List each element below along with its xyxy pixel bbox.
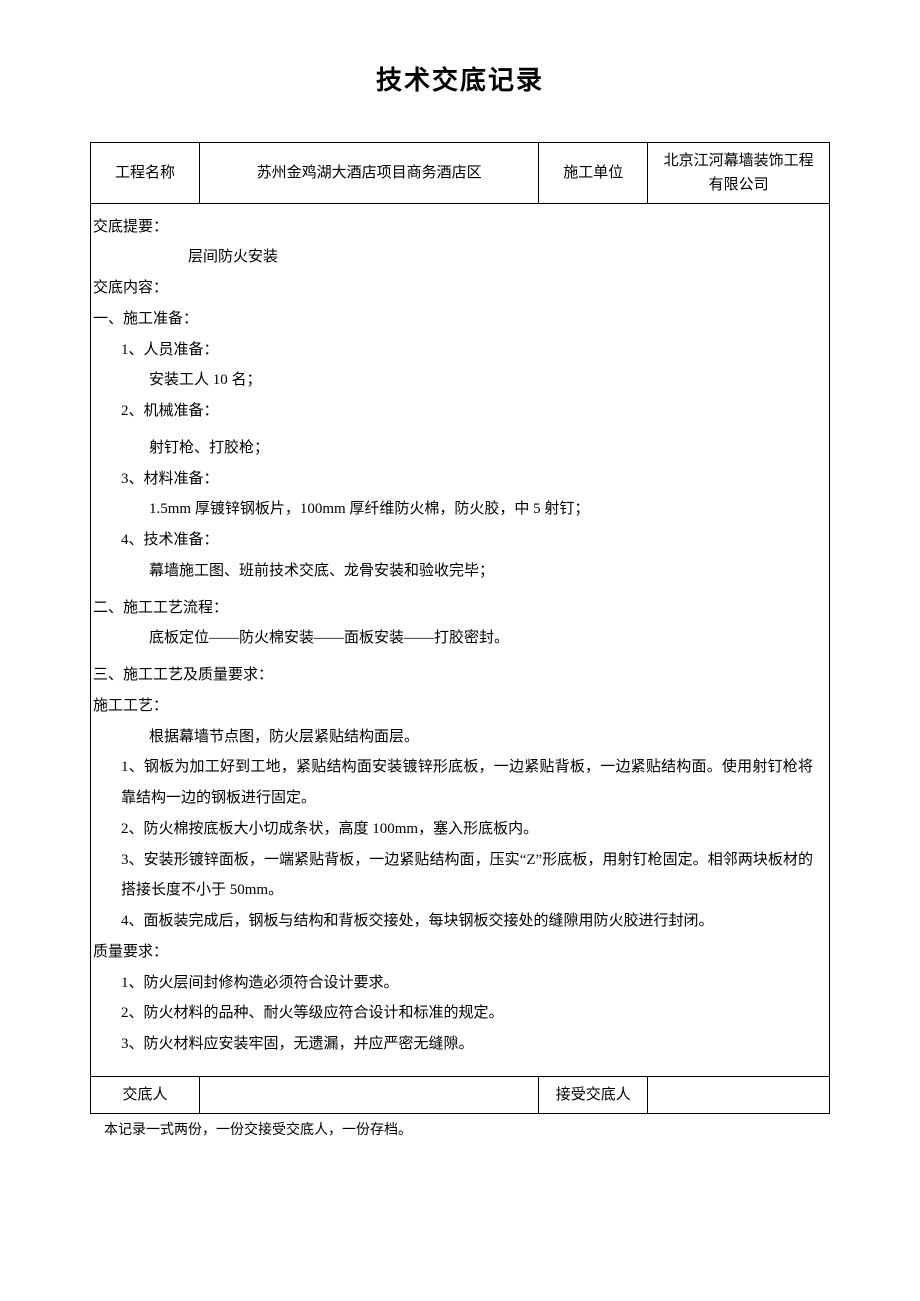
section-3-heading: 三、施工工艺及质量要求： [93, 660, 827, 691]
content-label: 交底内容： [93, 273, 827, 304]
section-1-item2-detail: 射钉枪、打胶枪； [93, 433, 827, 464]
section-3-sub2-item3: 3、防火材料应安装牢固，无遗漏，并应严密无缝隙。 [93, 1029, 827, 1060]
section-3-sub2-label: 质量要求： [93, 937, 827, 968]
section-1-item2: 2、机械准备： [93, 396, 827, 427]
content-row: 交底提要： 层间防火安装 交底内容： 一、施工准备： 1、人员准备： 安装工人 … [91, 203, 830, 1076]
summary-label: 交底提要： [93, 212, 827, 243]
document-title: 技术交底记录 [90, 60, 830, 102]
section-1-item1: 1、人员准备： [93, 335, 827, 366]
section-1-heading: 一、施工准备： [93, 304, 827, 335]
receiver-label: 接受交底人 [539, 1076, 648, 1113]
receiver-value [648, 1076, 830, 1113]
giver-value [200, 1076, 539, 1113]
section-1-item4: 4、技术准备： [93, 525, 827, 556]
section-3-sub2-item2: 2、防火材料的品种、耐火等级应符合设计和标准的规定。 [93, 998, 827, 1029]
signature-row: 交底人 接受交底人 [91, 1076, 830, 1113]
content-cell: 交底提要： 层间防火安装 交底内容： 一、施工准备： 1、人员准备： 安装工人 … [91, 203, 830, 1076]
section-1-item1-detail: 安装工人 10 名； [93, 365, 827, 396]
section-1-item4-detail: 幕墙施工图、班前技术交底、龙骨安装和验收完毕； [93, 556, 827, 587]
section-3-sub2-item1: 1、防火层间封修构造必须符合设计要求。 [93, 968, 827, 999]
section-2: 二、施工工艺流程： 底板定位——防火棉安装——面板安装——打胶密封。 [93, 593, 827, 655]
section-3-sub1-label: 施工工艺： [93, 691, 827, 722]
project-value: 苏州金鸡湖大酒店项目商务酒店区 [200, 142, 539, 203]
section-2-detail: 底板定位——防火棉安装——面板安装——打胶密封。 [93, 623, 827, 654]
section-3-sub1-item2: 2、防火棉按底板大小切成条状，高度 100mm，塞入形底板内。 [93, 814, 827, 845]
header-row: 工程名称 苏州金鸡湖大酒店项目商务酒店区 施工单位 北京江河幕墙装饰工程有限公司 [91, 142, 830, 203]
unit-value: 北京江河幕墙装饰工程有限公司 [648, 142, 830, 203]
section-1-item3: 3、材料准备： [93, 464, 827, 495]
section-1-item3-detail: 1.5mm 厚镀锌钢板片，100mm 厚纤维防火棉，防火胶，中 5 射钉； [93, 494, 827, 525]
section-3-sub1-item1: 1、钢板为加工好到工地，紧贴结构面安装镀锌形底板，一边紧贴背板，一边紧贴结构面。… [93, 752, 827, 814]
giver-label: 交底人 [91, 1076, 200, 1113]
section-3-sub1-intro: 根据幕墙节点图，防火层紧贴结构面层。 [93, 722, 827, 753]
footer-note: 本记录一式两份，一份交接受交底人，一份存档。 [90, 1120, 830, 1142]
project-label: 工程名称 [91, 142, 200, 203]
section-3-sub1-item3: 3、安装形镀锌面板，一端紧贴背板，一边紧贴结构面，压实“Z”形底板，用射钉枪固定… [93, 845, 827, 907]
section-2-heading: 二、施工工艺流程： [93, 593, 827, 624]
section-1: 一、施工准备： 1、人员准备： 安装工人 10 名； 2、机械准备： 射钉枪、打… [93, 304, 827, 587]
section-3-sub1-item4: 4、面板装完成后，钢板与结构和背板交接处，每块钢板交接处的缝隙用防火胶进行封闭。 [93, 906, 827, 937]
summary-value: 层间防火安装 [93, 242, 827, 273]
unit-label: 施工单位 [539, 142, 648, 203]
main-table: 工程名称 苏州金鸡湖大酒店项目商务酒店区 施工单位 北京江河幕墙装饰工程有限公司… [90, 142, 830, 1114]
section-3: 三、施工工艺及质量要求： 施工工艺： 根据幕墙节点图，防火层紧贴结构面层。 1、… [93, 660, 827, 1060]
